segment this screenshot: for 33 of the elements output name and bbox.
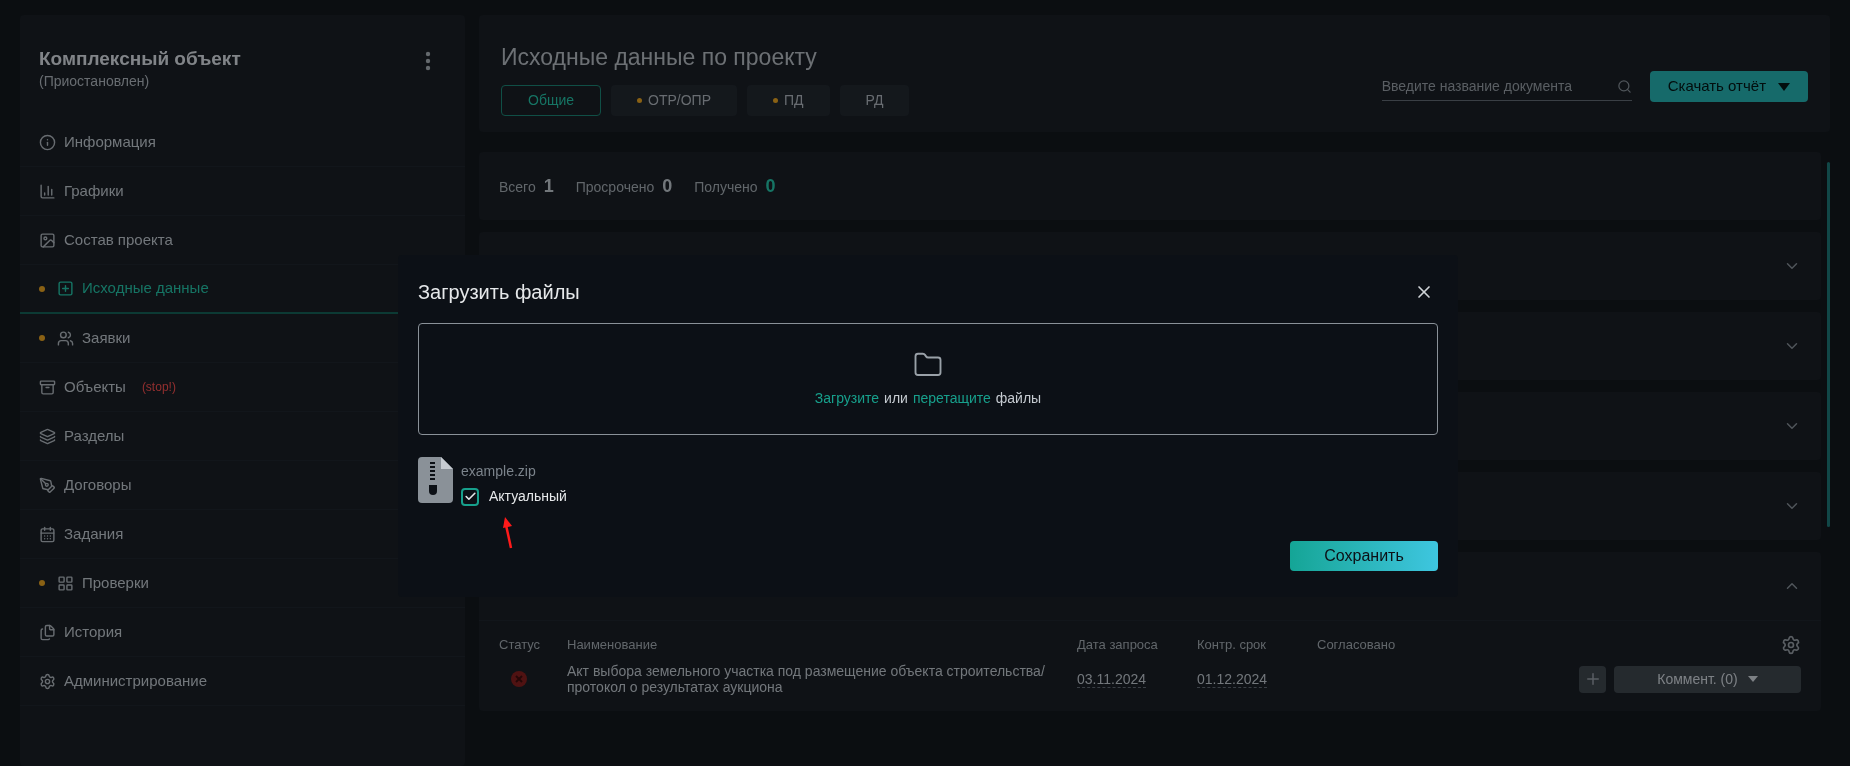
stat-label: Просрочено <box>575 177 655 197</box>
sidebar-item-label: Исходные данные <box>82 278 209 299</box>
sidebar-item-label: Информация <box>64 131 156 152</box>
stat-value: 1 <box>543 174 554 198</box>
column-header: Согласовано <box>1317 636 1397 655</box>
sidebar-item-label: Проверки <box>82 572 149 593</box>
sidebar-item-label: Договоры <box>64 474 132 495</box>
sidebar-item-label: Администрирование <box>64 670 208 691</box>
sidebar-item-label: Состав проекта <box>64 229 173 250</box>
project-status: (Приостановлен) <box>39 72 151 91</box>
column-header: Дата запроса <box>1077 636 1159 655</box>
column-header: Статус <box>499 636 542 655</box>
stat-value: 0 <box>662 174 673 198</box>
project-title: Комплексный объект <box>39 47 241 71</box>
sidebar-item-label: История <box>64 621 123 642</box>
column-header: Наименование <box>567 636 659 655</box>
column-header: Контр. срок <box>1197 636 1268 655</box>
stat-label: Получено <box>694 177 758 197</box>
document-name: Акт выбора земельного участка под размещение объекта строительства/ протокол о результатах аукциона <box>567 663 1046 695</box>
sidebar-item-label: Графики <box>64 180 124 201</box>
sidebar-item-label: Заявки <box>82 327 131 348</box>
sidebar-item-label: Объекты <box>64 376 126 397</box>
stat-value: 0 <box>765 174 776 198</box>
checkbox-label: Актуальный <box>489 487 567 506</box>
sidebar-item-label: Разделы <box>64 425 125 446</box>
sidebar-item-label: Задания <box>64 523 124 544</box>
stat-label: Всего <box>499 177 536 197</box>
page-title: Исходные данные по проекту <box>501 43 818 71</box>
request-date: 03.11.2024 <box>1077 671 1147 688</box>
stop-label: (stop!) <box>141 379 176 396</box>
drop-zone-text: или <box>884 388 908 408</box>
deadline-date: 01.12.2024 <box>1197 671 1268 688</box>
drop-zone-text: файлы <box>995 388 1042 408</box>
